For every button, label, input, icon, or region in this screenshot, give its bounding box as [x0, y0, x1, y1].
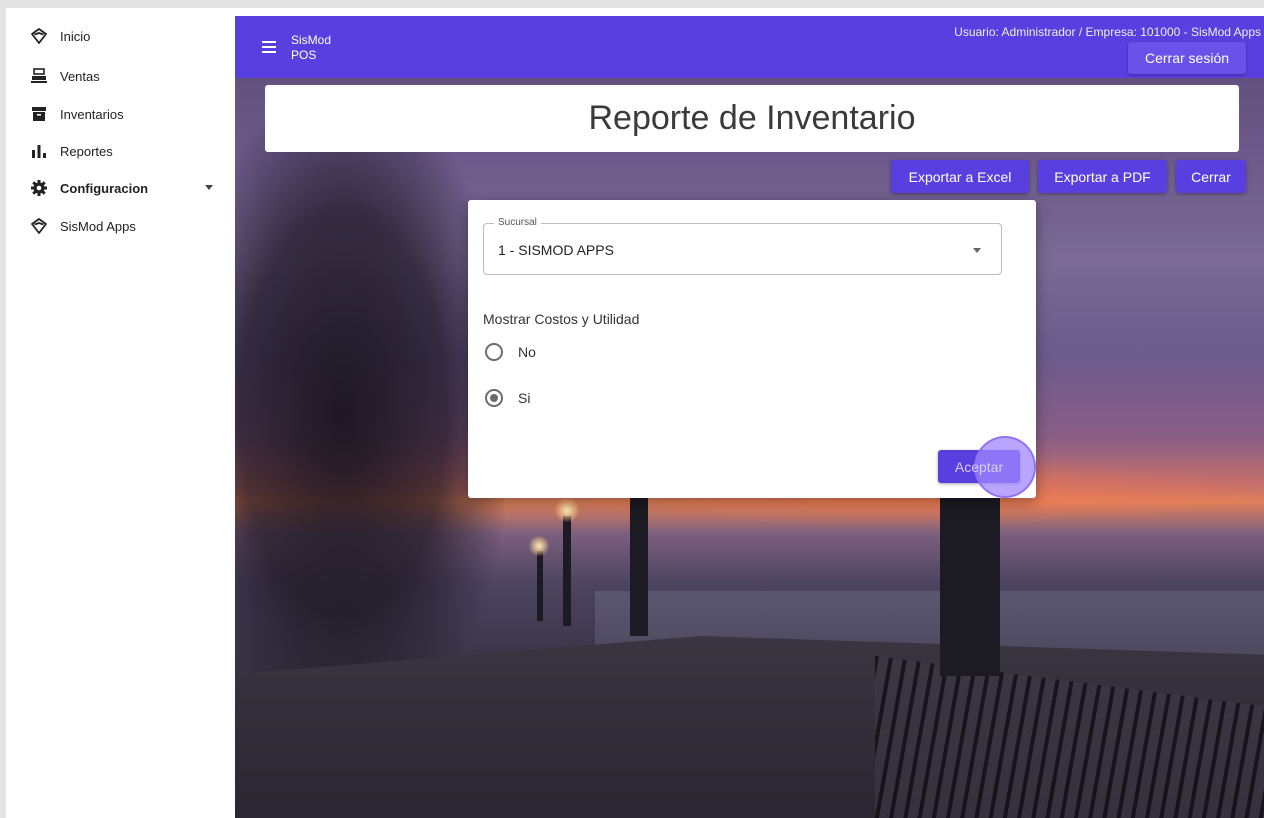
background-lamp-post [630, 486, 648, 636]
sidebar-item-inventarios[interactable]: Inventarios [12, 96, 235, 132]
sidebar: Inicio Ventas Inventarios Reportes Confi… [12, 16, 235, 818]
user-info: Usuario: Administrador / Empresa: 101000… [954, 25, 1261, 39]
chevron-down-icon [973, 248, 981, 253]
background-lamp-post [563, 516, 571, 626]
app-name: SisMod POS [291, 33, 331, 63]
bar-chart-icon [30, 142, 48, 160]
accept-button[interactable]: Aceptar [938, 450, 1020, 483]
background-lamp-post [537, 551, 543, 621]
branch-select-value: 1 - SISMOD APPS [498, 242, 614, 258]
sismod-logo-icon [30, 217, 48, 235]
accept-button-label: Aceptar [954, 458, 1004, 475]
background-trees [235, 96, 505, 676]
costs-radio-group-label: Mostrar Costos y Utilidad [483, 311, 640, 327]
sidebar-item-label: Reportes [60, 143, 113, 159]
branch-select[interactable]: Sucursal 1 - SISMOD APPS [483, 217, 1002, 275]
sismod-logo-icon [30, 27, 48, 45]
export-excel-button[interactable]: Exportar a Excel [891, 160, 1029, 193]
radio-option-si[interactable]: Si [485, 386, 605, 410]
export-pdf-button[interactable]: Exportar a PDF [1038, 160, 1167, 193]
app-frame: Inicio Ventas Inventarios Reportes Confi… [0, 0, 1264, 818]
radio-button-checked[interactable] [485, 389, 503, 407]
sidebar-item-reportes[interactable]: Reportes [12, 133, 235, 169]
sidebar-item-label: Inicio [60, 28, 91, 44]
sidebar-item-label: Inventarios [60, 106, 124, 122]
hamburger-menu-icon[interactable] [262, 41, 276, 53]
radio-option-no[interactable]: No [485, 340, 605, 364]
radio-button-unchecked[interactable] [485, 343, 503, 361]
sidebar-item-label: Configuracion [60, 180, 149, 196]
branch-select-label: Sucursal [494, 217, 541, 228]
gear-icon [30, 179, 48, 197]
page-title: Reporte de Inventario [588, 99, 916, 137]
archive-box-icon [30, 105, 48, 123]
radio-option-label: No [518, 344, 536, 360]
sidebar-item-inicio[interactable]: Inicio [12, 18, 235, 54]
report-options-dialog: Sucursal 1 - SISMOD APPS Mostrar Costos … [468, 200, 1036, 498]
background-lamp-light [529, 536, 549, 556]
sidebar-item-ventas[interactable]: Ventas [12, 58, 235, 94]
radio-option-label: Si [518, 390, 531, 406]
background-lamp-light [555, 498, 579, 522]
page-title-card: Reporte de Inventario [265, 85, 1239, 152]
sidebar-item-configuracion[interactable]: Configuracion [12, 170, 235, 206]
sidebar-item-sismod-apps[interactable]: SisMod Apps [12, 208, 235, 244]
app-name-line1: SisMod [291, 33, 332, 47]
app-name-line2: POS [291, 48, 317, 62]
background-lamp-post [940, 496, 1000, 676]
logout-button[interactable]: Cerrar sesión [1128, 42, 1246, 74]
top-app-bar: SisMod POS Usuario: Administrador / Empr… [235, 16, 1264, 78]
close-button[interactable]: Cerrar [1176, 160, 1246, 193]
main-content: SisMod POS Usuario: Administrador / Empr… [235, 16, 1264, 818]
chevron-down-icon [205, 185, 213, 190]
sidebar-item-label: Ventas [60, 68, 100, 84]
sidebar-item-label: SisMod Apps [60, 218, 136, 234]
cash-register-icon [30, 67, 48, 85]
